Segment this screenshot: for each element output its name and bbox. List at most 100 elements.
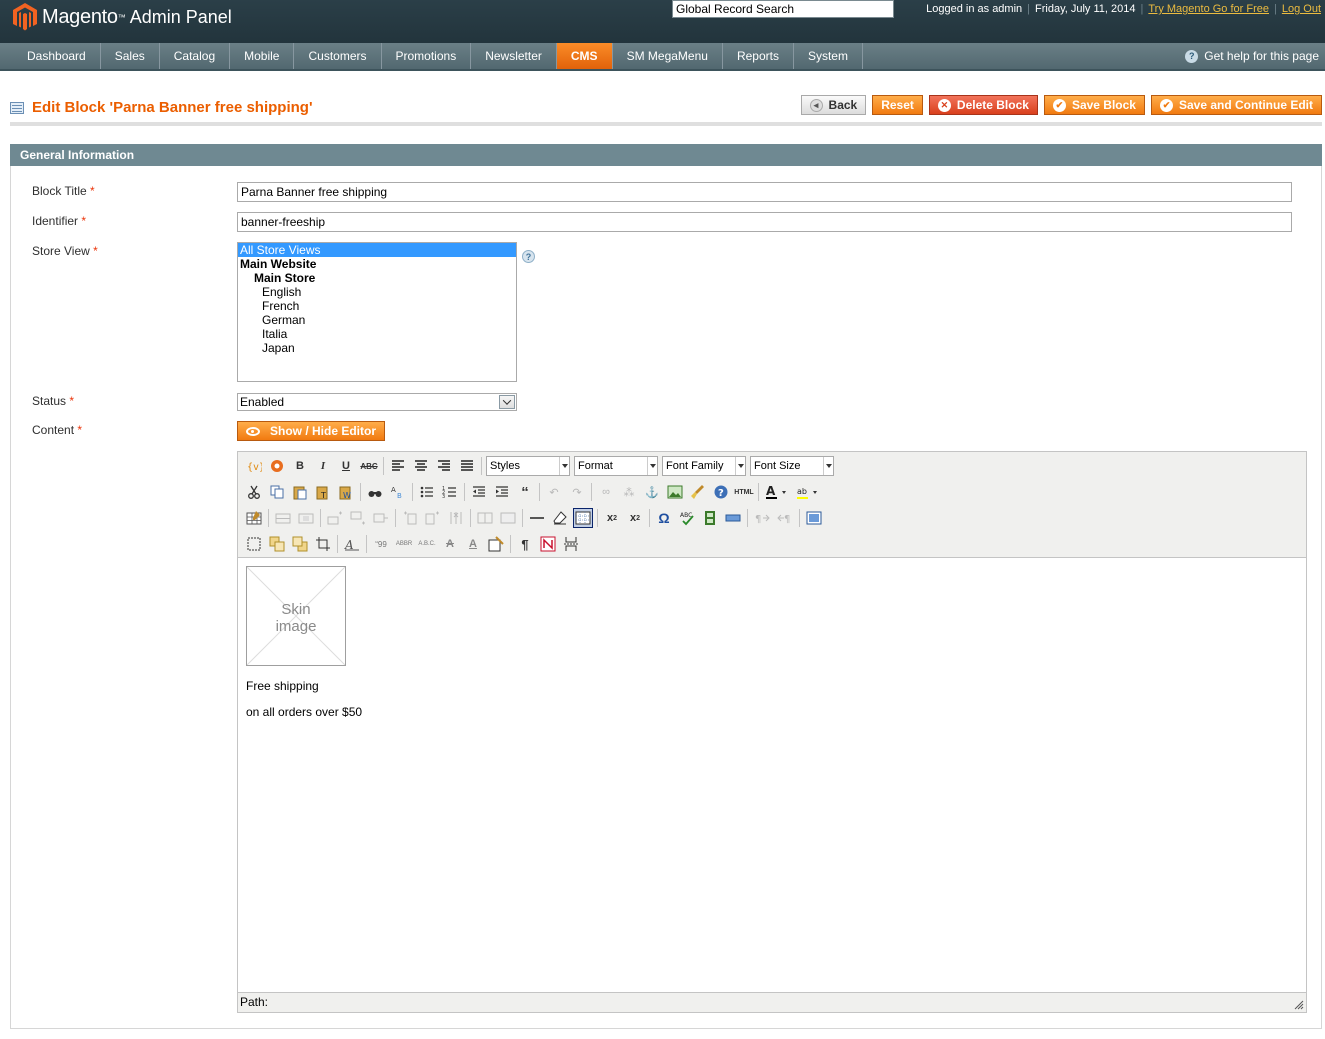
rtl-icon[interactable]: ¶ [775, 508, 795, 528]
store-view-option[interactable]: Italia [238, 327, 516, 341]
insert-row-before-icon[interactable] [325, 508, 345, 528]
remove-formatting-icon[interactable] [550, 508, 570, 528]
insert-media-icon[interactable] [700, 508, 720, 528]
align-justify-icon[interactable] [457, 456, 477, 476]
block-title-input[interactable] [237, 182, 1292, 202]
html-source-icon[interactable]: HTML [734, 482, 754, 502]
move-backward-icon[interactable] [290, 534, 310, 554]
insertion-icon[interactable]: A [463, 534, 483, 554]
font-family-dropdown[interactable]: Font Family [662, 456, 746, 476]
underline-icon[interactable]: U [336, 456, 356, 476]
store-view-help-icon[interactable]: ? [522, 250, 535, 263]
store-view-option[interactable]: Japan [238, 341, 516, 355]
bullet-list-icon[interactable] [417, 482, 437, 502]
delete-col-icon[interactable] [446, 508, 466, 528]
global-record-search-input[interactable] [672, 0, 894, 18]
anchor-icon[interactable]: ⚓ [642, 482, 662, 502]
cleanup-icon[interactable] [688, 482, 708, 502]
non-breaking-space-icon[interactable] [538, 534, 558, 554]
cut-icon[interactable] [244, 482, 264, 502]
insert-widget-icon[interactable] [267, 456, 287, 476]
try-magento-go-link[interactable]: Try Magento Go for Free [1148, 3, 1269, 15]
merge-cells-icon[interactable] [498, 508, 518, 528]
nav-item-dashboard[interactable]: Dashboard [13, 43, 101, 69]
insert-image-icon[interactable] [665, 482, 685, 502]
redo-icon[interactable]: ↷ [567, 482, 587, 502]
paste-text-icon[interactable]: T [313, 482, 333, 502]
font-size-dropdown[interactable]: Font Size [750, 456, 834, 476]
insert-table-icon[interactable] [244, 508, 264, 528]
insert-variable-icon[interactable]: {v} [244, 456, 264, 476]
help-icon[interactable]: ? [711, 482, 731, 502]
page-break-icon[interactable] [561, 534, 581, 554]
insert-col-before-icon[interactable] [400, 508, 420, 528]
find-icon[interactable] [365, 482, 385, 502]
nav-item-system[interactable]: System [794, 43, 863, 69]
unlink-icon[interactable]: ⁂ [619, 482, 639, 502]
insert-layer-icon[interactable] [244, 534, 264, 554]
logout-link[interactable]: Log Out [1282, 3, 1321, 15]
numbered-list-icon[interactable]: 123 [440, 482, 460, 502]
insert-row-after-icon[interactable] [348, 508, 368, 528]
subscript-icon[interactable]: x2 [602, 508, 622, 528]
table-cell-props-icon[interactable] [296, 508, 316, 528]
paste-icon[interactable] [290, 482, 310, 502]
nav-item-reports[interactable]: Reports [723, 43, 794, 69]
find-replace-icon[interactable]: AB [388, 482, 408, 502]
skin-image-placeholder[interactable]: Skin image [246, 566, 346, 666]
resize-grip-icon[interactable] [1294, 1000, 1304, 1010]
delete-block-button[interactable]: ✕ Delete Block [928, 95, 1038, 115]
show-hide-editor-button[interactable]: Show / Hide Editor [237, 421, 386, 441]
align-left-icon[interactable] [388, 456, 408, 476]
store-view-option[interactable]: English [238, 285, 516, 299]
ltr-icon[interactable]: ¶ [752, 508, 772, 528]
nav-item-sm-megamenu[interactable]: SM MegaMenu [613, 43, 723, 69]
spellcheck-icon[interactable]: ABC [677, 508, 697, 528]
magento-logo[interactable]: Magento ™ Admin Panel [12, 2, 232, 32]
style-props-icon[interactable]: A [342, 534, 362, 554]
background-color-icon[interactable]: ab [794, 482, 822, 502]
reset-button[interactable]: Reset [872, 95, 923, 115]
split-cells-icon[interactable] [475, 508, 495, 528]
paste-word-icon[interactable]: W [336, 482, 356, 502]
table-row-props-icon[interactable] [273, 508, 293, 528]
acronym-icon[interactable]: A.B.C. [417, 534, 437, 554]
special-character-icon[interactable]: Ω [654, 508, 674, 528]
status-select[interactable]: Enabled [237, 393, 517, 411]
nav-item-cms[interactable]: CMS [556, 43, 613, 69]
nav-item-catalog[interactable]: Catalog [160, 43, 231, 69]
format-dropdown[interactable]: Format [574, 456, 658, 476]
nav-item-sales[interactable]: Sales [101, 43, 160, 69]
back-button[interactable]: ◂ Back [800, 95, 867, 115]
link-icon[interactable]: ∞ [596, 482, 616, 502]
bold-icon[interactable]: B [290, 456, 310, 476]
store-view-option[interactable]: All Store Views [238, 243, 516, 257]
save-block-button[interactable]: ✔ Save Block [1043, 95, 1145, 115]
horizontal-rule-icon[interactable] [527, 508, 547, 528]
save-and-continue-button[interactable]: ✔ Save and Continue Edit [1150, 95, 1322, 115]
nav-item-customers[interactable]: Customers [294, 43, 382, 69]
outdent-icon[interactable] [469, 482, 489, 502]
copy-icon[interactable] [267, 482, 287, 502]
indent-icon[interactable] [492, 482, 512, 502]
identifier-input[interactable] [237, 212, 1292, 232]
help-link[interactable]: ? Get help for this page [1185, 49, 1319, 63]
delete-row-icon[interactable] [371, 508, 391, 528]
insert-col-after-icon[interactable] [423, 508, 443, 528]
attributes-icon[interactable] [486, 534, 506, 554]
nav-item-promotions[interactable]: Promotions [382, 43, 472, 69]
align-right-icon[interactable] [434, 456, 454, 476]
nav-item-mobile[interactable]: Mobile [230, 43, 295, 69]
cite-icon[interactable]: “99 [371, 534, 391, 554]
store-view-option[interactable]: German [238, 313, 516, 327]
text-color-icon[interactable]: A [763, 482, 791, 502]
strikethrough-icon[interactable]: ABC [359, 456, 379, 476]
undo-icon[interactable]: ↶ [544, 482, 564, 502]
move-forward-icon[interactable] [267, 534, 287, 554]
deletion-icon[interactable]: A [440, 534, 460, 554]
show-invisible-chars-icon[interactable]: ¶ [515, 534, 535, 554]
visual-aid-icon[interactable] [573, 508, 593, 528]
store-view-option[interactable]: French [238, 299, 516, 313]
editor-content-area[interactable]: Skin image Free shipping on all orders o… [238, 559, 1306, 992]
italic-icon[interactable]: I [313, 456, 333, 476]
